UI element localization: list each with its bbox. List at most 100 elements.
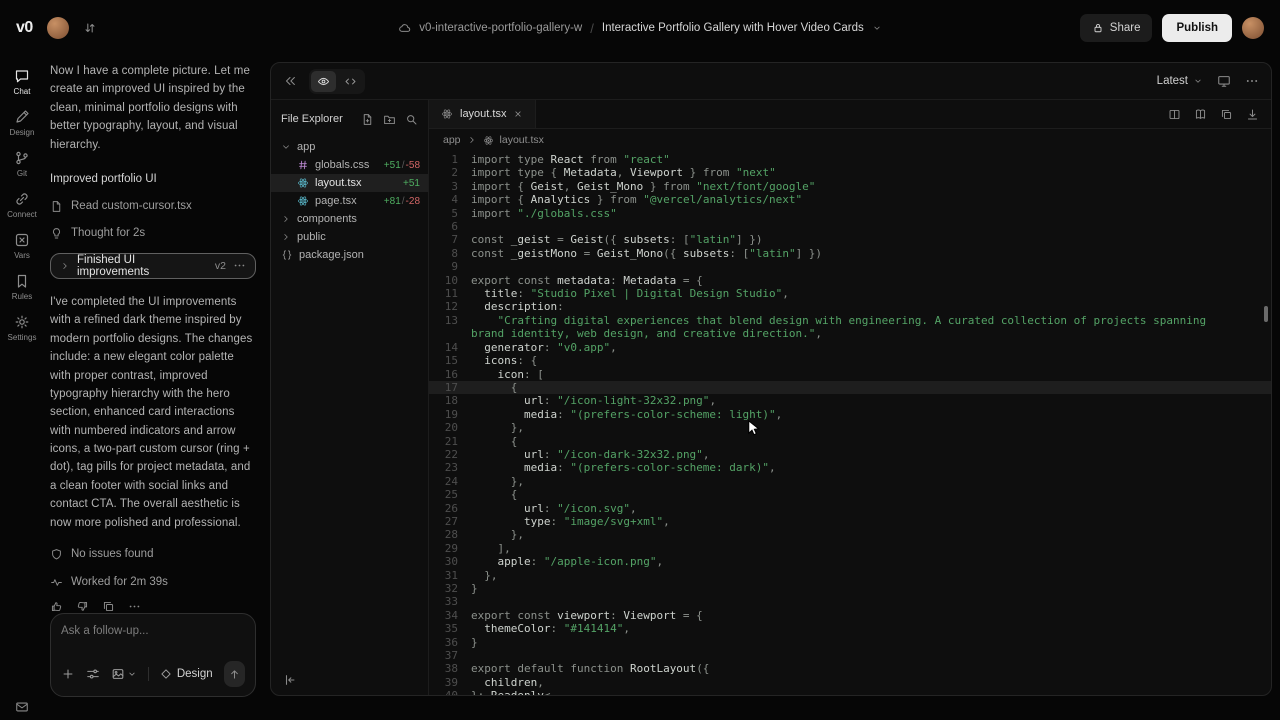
code-line-36[interactable]: 36} xyxy=(429,636,1271,649)
code-line-14[interactable]: 14 generator: "v0.app", xyxy=(429,341,1271,354)
code-area[interactable]: 1import type React from "react"2import t… xyxy=(429,151,1271,695)
chat-step[interactable]: Read custom-cursor.tsx xyxy=(50,193,256,220)
code-line-37[interactable]: 37 xyxy=(429,649,1271,662)
code-line-19[interactable]: 19 media: "(prefers-color-scheme: light)… xyxy=(429,408,1271,421)
code-line-39[interactable]: 39 children, xyxy=(429,676,1271,689)
rail-item-design[interactable]: Design xyxy=(0,107,44,139)
code-line-15[interactable]: 15 icons: { xyxy=(429,354,1271,367)
copy-icon[interactable] xyxy=(1220,108,1233,121)
v0-logo[interactable]: v0 xyxy=(16,19,33,37)
publish-button[interactable]: Publish xyxy=(1162,14,1232,42)
composer-settings-button[interactable] xyxy=(86,667,100,681)
file-page.tsx[interactable]: page.tsx+81/-28 xyxy=(271,192,428,210)
thumbs-up-icon[interactable] xyxy=(50,600,63,613)
add-attachment-button[interactable] xyxy=(61,667,75,681)
device-preview-button[interactable] xyxy=(1217,74,1231,88)
panel-menu-button[interactable] xyxy=(1245,74,1259,88)
sync-icon[interactable] xyxy=(83,21,97,35)
editor-scrollbar[interactable] xyxy=(1264,306,1268,322)
task-menu-button[interactable] xyxy=(233,259,246,272)
new-file-button[interactable] xyxy=(361,113,374,126)
ellipsis-icon[interactable] xyxy=(128,600,141,613)
worked-status[interactable]: Worked for 2m 39s xyxy=(50,568,256,596)
code-line-3[interactable]: 3import { Geist, Geist_Mono } from "next… xyxy=(429,180,1271,193)
code-line-7[interactable]: 7const _geist = Geist({ subsets: ["latin… xyxy=(429,233,1271,246)
code-line-24[interactable]: 24 }, xyxy=(429,475,1271,488)
chevron-down-icon[interactable] xyxy=(872,23,882,33)
code-line-27[interactable]: 27 type: "image/svg+xml", xyxy=(429,515,1271,528)
new-folder-button[interactable] xyxy=(383,113,396,126)
code-line-30[interactable]: 30 apple: "/apple-icon.png", xyxy=(429,555,1271,568)
breadcrumb-folder[interactable]: app xyxy=(443,134,461,146)
code-line-31[interactable]: 31 }, xyxy=(429,569,1271,582)
code-line-21[interactable]: 21 { xyxy=(429,435,1271,448)
user-avatar[interactable] xyxy=(47,17,69,39)
follow-up-input[interactable]: Ask a follow-up... xyxy=(61,625,245,637)
account-avatar[interactable] xyxy=(1242,17,1264,39)
code-line-35[interactable]: 35 themeColor: "#141414", xyxy=(429,622,1271,635)
code-line-4[interactable]: 4import { Analytics } from "@vercel/anal… xyxy=(429,193,1271,206)
thumbs-down-icon[interactable] xyxy=(76,600,89,613)
collapse-chat-button[interactable] xyxy=(283,74,297,88)
breadcrumb-file[interactable]: layout.tsx xyxy=(500,134,544,146)
copy-icon[interactable] xyxy=(102,600,115,613)
code-line-32[interactable]: 32} xyxy=(429,582,1271,595)
version-selector[interactable]: Latest xyxy=(1157,75,1203,87)
preview-toggle-button[interactable] xyxy=(311,71,336,92)
code-line-23[interactable]: 23 media: "(prefers-color-scheme: dark)"… xyxy=(429,461,1271,474)
feedback-mail-button[interactable] xyxy=(15,700,29,714)
rail-item-git[interactable]: Git xyxy=(0,148,44,180)
image-mode-button[interactable] xyxy=(111,667,137,681)
code-line-33[interactable]: 33 xyxy=(429,595,1271,608)
rail-item-chat[interactable]: Chat xyxy=(0,66,44,98)
issues-status[interactable]: No issues found xyxy=(50,540,256,568)
file-globals.css[interactable]: globals.css+51/-58 xyxy=(271,156,428,174)
rail-item-rules[interactable]: Rules xyxy=(0,271,44,303)
book-icon[interactable] xyxy=(1194,108,1207,121)
code-line-38[interactable]: 38export default function RootLayout({ xyxy=(429,662,1271,675)
code-line-11[interactable]: 11 title: "Studio Pixel | Digital Design… xyxy=(429,287,1271,300)
columns-icon[interactable] xyxy=(1168,108,1181,121)
code-line-5[interactable]: 5import "./globals.css" xyxy=(429,207,1271,220)
collapse-explorer-button[interactable] xyxy=(283,673,297,687)
code-line-10[interactable]: 10export const metadata: Metadata = { xyxy=(429,274,1271,287)
folder-public[interactable]: public xyxy=(271,228,428,246)
code-line-18[interactable]: 18 url: "/icon-light-32x32.png", xyxy=(429,394,1271,407)
search-files-button[interactable] xyxy=(405,113,418,126)
send-button[interactable] xyxy=(224,661,245,687)
folder-app[interactable]: app xyxy=(271,138,428,156)
code-line-34[interactable]: 34export const viewport: Viewport = { xyxy=(429,609,1271,622)
folder-components[interactable]: components xyxy=(271,210,428,228)
code-line-8[interactable]: 8const _geistMono = Geist_Mono({ subsets… xyxy=(429,247,1271,260)
tab-layout-tsx[interactable]: layout.tsx xyxy=(429,100,536,128)
code-line-13[interactable]: 13 "Crafting digital experiences that bl… xyxy=(429,314,1271,341)
breadcrumb-project[interactable]: v0-interactive-portfolio-gallery-w xyxy=(419,22,582,34)
code-line-2[interactable]: 2import type { Metadata, Viewport } from… xyxy=(429,166,1271,179)
finished-task-card[interactable]: Finished UI improvements v2 xyxy=(50,253,256,279)
file-layout.tsx[interactable]: layout.tsx+51 xyxy=(271,174,428,192)
share-button[interactable]: Share xyxy=(1080,14,1153,42)
code-line-20[interactable]: 20 }, xyxy=(429,421,1271,434)
rail-item-connect[interactable]: Connect xyxy=(0,189,44,221)
rail-item-vars[interactable]: Vars xyxy=(0,230,44,262)
code-line-12[interactable]: 12 description: xyxy=(429,300,1271,313)
code-line-1[interactable]: 1import type React from "react" xyxy=(429,153,1271,166)
chat-step[interactable]: Thought for 2s xyxy=(50,220,256,247)
rail-item-settings[interactable]: Settings xyxy=(0,312,44,344)
download-icon[interactable] xyxy=(1246,108,1259,121)
code-line-9[interactable]: 9 xyxy=(429,260,1271,273)
code-line-6[interactable]: 6 xyxy=(429,220,1271,233)
file-package.json[interactable]: package.json xyxy=(271,246,428,264)
chat-step[interactable]: Improved portfolio UI xyxy=(50,166,256,193)
code-line-22[interactable]: 22 url: "/icon-dark-32x32.png", xyxy=(429,448,1271,461)
code-line-25[interactable]: 25 { xyxy=(429,488,1271,501)
code-line-17[interactable]: 17 { xyxy=(429,381,1271,394)
code-line-28[interactable]: 28 }, xyxy=(429,528,1271,541)
design-mode-button[interactable]: Design xyxy=(160,668,213,680)
close-tab-button[interactable] xyxy=(513,109,523,119)
breadcrumb-chat-title[interactable]: Interactive Portfolio Gallery with Hover… xyxy=(602,22,864,34)
chat-composer[interactable]: Ask a follow-up... Design xyxy=(50,613,256,697)
code-toggle-button[interactable] xyxy=(338,71,363,92)
code-line-26[interactable]: 26 url: "/icon.svg", xyxy=(429,502,1271,515)
code-line-16[interactable]: 16 icon: [ xyxy=(429,368,1271,381)
